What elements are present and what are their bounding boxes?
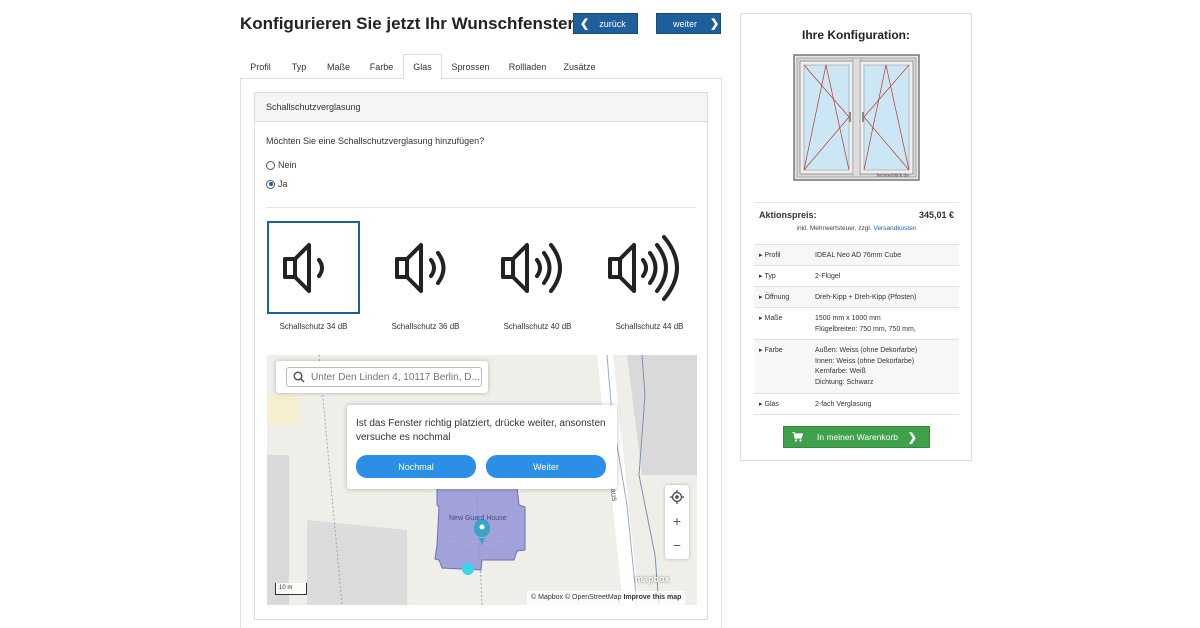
map-scale: 10 m [275,583,307,595]
radio-nein-circle[interactable] [266,160,275,170]
tab-rollladen[interactable]: Rollladen [499,54,556,79]
map-attribution: © Mapbox © OpenStreetMap Improve this ma… [527,591,686,605]
sound-option-label: Schallschutz 44 dB [615,322,684,331]
mapbox-logo: mapbox [635,574,670,584]
back-button-label: zurück [599,18,626,29]
popup-message: Ist das Fenster richtig platziert, drück… [356,418,606,443]
sound-option-box[interactable] [603,221,696,314]
spec-row-glas: Glas 2-fach Verglasung [754,394,959,415]
shipping-costs-link[interactable]: Versandkosten [873,225,916,232]
radio-ja[interactable]: Ja [266,179,288,189]
tab-typ[interactable]: Typ [281,54,317,79]
back-button[interactable]: ❮ zurück [573,13,638,34]
speaker-4-wave-icon [607,234,679,301]
spec-key: Öffnung [759,293,790,301]
spec-key: Glas [759,400,779,408]
chevron-left-icon: ❮ [580,18,590,30]
sound-option-box[interactable] [267,221,360,314]
image-watermark: fensterblick.de [877,173,909,179]
config-title: Ihre Konfiguration: [802,28,910,42]
spec-key: Typ [759,272,776,280]
map-controls: + − [665,485,689,559]
divider [266,207,696,208]
radio-nein[interactable]: Nein [266,160,297,170]
tax-note-text: inkl. Mehrwertsteuer, zzgl. [796,225,872,232]
tab-zusaetze[interactable]: Zusätze [556,54,603,79]
sound-option-label: Schallschutz 36 dB [391,322,460,331]
spec-key: Farbe [759,346,783,354]
spec-value: 2-fach Verglasung [815,401,872,408]
continue-button[interactable]: Weiter [486,455,606,478]
tax-note: inkl. Mehrwertsteuer, zzgl. Versandkoste… [754,225,959,232]
map-search-card [276,361,488,393]
next-button[interactable]: weiter ❯ [656,13,721,34]
configuration-summary: Ihre Konfiguration: fensterblick.de Akti… [740,13,972,461]
radio-ja-label: Ja [278,179,288,189]
spec-value: 2-Flügel [815,273,841,280]
sound-option-36[interactable]: Schallschutz 36 dB [379,221,472,331]
tab-sprossen[interactable]: Sprossen [442,54,499,79]
sound-option-label: Schallschutz 40 dB [503,322,572,331]
spec-value: Außen: Weiss (ohne Dekorfarbe) Innen: We… [815,347,918,386]
glass-panel: Schallschutzverglasung Möchten Sie eine … [254,92,708,620]
locate-icon[interactable] [665,485,689,509]
spec-row-farbe: Farbe Außen: Weiss (ohne Dekorfarbe) Inn… [754,340,959,394]
spec-table: Profil IDEAL Neo AD 76mm Cube Typ 2-Flüg… [754,244,959,415]
attribution-text[interactable]: © Mapbox © OpenStreetMap [531,594,621,601]
add-to-cart-label: In meinen Warenkorb [817,432,898,442]
price-label: Aktionspreis: [759,210,817,220]
price-value: 345,01 € [918,210,954,220]
panel-title: Schallschutzverglasung [255,93,707,122]
price-row: Aktionspreis: 345,01 € [754,202,959,220]
shopping-cart-icon [792,432,803,442]
chevron-right-icon: ❯ [710,18,720,30]
tab-glas[interactable]: Glas [403,54,442,80]
spec-value: 1500 mm x 1000 mm Flügelbreiten: 750 mm,… [815,315,916,333]
spec-key: Maße [759,314,783,322]
radio-nein-label: Nein [278,160,297,170]
zoom-in-button[interactable]: + [665,509,689,533]
building-label: New Guard House [449,515,507,522]
improve-map-link[interactable]: Improve this map [623,594,681,601]
zoom-out-button[interactable]: − [665,533,689,557]
spec-row-masse: Maße 1500 mm x 1000 mm Flügelbreiten: 75… [754,308,959,340]
sound-option-label: Schallschutz 34 dB [279,322,348,331]
add-to-cart-button[interactable]: In meinen Warenkorb ❯ [783,426,930,448]
chevron-right-icon: ❯ [907,431,917,444]
sound-option-44[interactable]: Schallschutz 44 dB [603,221,696,331]
next-button-label: weiter [673,18,698,29]
speaker-1-wave-icon [282,242,324,293]
spec-value: Dreh-Kipp + Dreh-Kipp (Pfosten) [815,294,917,301]
retry-button[interactable]: Nochmal [356,455,476,478]
speaker-3-wave-icon [500,242,562,293]
spec-row-typ: Typ 2-Flügel [754,266,959,287]
tab-farbe[interactable]: Farbe [360,54,403,79]
spec-value: IDEAL Neo AD 76mm Cube [815,252,902,259]
search-icon [293,371,305,383]
sound-option-34[interactable]: Schallschutz 34 dB [267,221,360,331]
spec-key: Profil [759,251,781,259]
soundproof-question: Möchten Sie eine Schallschutzverglasung … [266,136,485,146]
sound-option-box[interactable] [379,221,472,314]
placement-map[interactable]: Hinter dem Gießhaus New Guard House Ist … [267,355,697,605]
placement-popup: Ist das Fenster richtig platziert, drück… [347,405,617,489]
sound-option-40[interactable]: Schallschutz 40 dB [491,221,584,331]
radio-ja-circle[interactable] [266,179,275,189]
sound-option-box[interactable] [491,221,584,314]
spec-row-profil: Profil IDEAL Neo AD 76mm Cube [754,245,959,266]
tab-masse[interactable]: Maße [317,54,360,79]
tab-profil[interactable]: Profil [240,54,281,79]
page-title: Konfigurieren Sie jetzt Ihr Wunschfenste… [240,14,575,33]
config-tabs: Profil Typ Maße Farbe Glas Sprossen Roll… [240,54,722,80]
speaker-2-wave-icon [394,242,445,293]
address-search-input[interactable] [286,367,482,387]
spec-row-oeffnung: Öffnung Dreh-Kipp + Dreh-Kipp (Pfosten) [754,287,959,308]
window-preview-image: fensterblick.de [793,54,920,181]
